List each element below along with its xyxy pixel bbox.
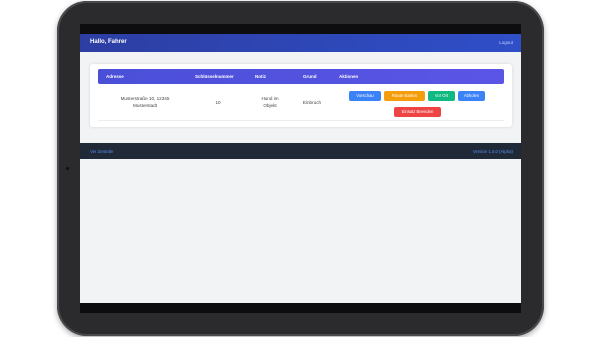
assignments-card: Adresse Schlüsselnummer Notiz Grund Akti… [90, 64, 512, 127]
column-reason: Grund [303, 74, 317, 79]
note-cell: Hund im Objekt [250, 95, 290, 109]
column-actions: Aktionen [339, 74, 359, 79]
start-route-button[interactable]: Route starten [384, 91, 425, 101]
note-line1: Hund im [261, 96, 279, 101]
logout-link[interactable]: Logout [499, 40, 513, 45]
address-cell: Musterstraße 10, 12345 Musterstadt [110, 95, 180, 109]
pickup-button[interactable]: Abholen [458, 91, 485, 101]
reason-cell: Einbruch [302, 100, 322, 105]
finish-mission-button[interactable]: Einsatz Beenden [394, 107, 441, 117]
note-line2: Objekt [263, 103, 277, 108]
app-viewport: Hallo, Fahrer Logout Adresse Schlüsselnu… [80, 34, 521, 303]
greeting-title: Hallo, Fahrer [90, 39, 127, 45]
tablet-screen: Hallo, Fahrer Logout Adresse Schlüsselnu… [80, 24, 521, 313]
address-line1: Musterstraße 10, 12345 [120, 96, 170, 101]
version-label: Version 1.0.0 (Alpha) [472, 149, 513, 154]
app-header: Hallo, Fahrer Logout [80, 34, 521, 52]
row-divider [98, 120, 504, 121]
front-camera [66, 167, 69, 170]
address-line2: Musterstadt [133, 103, 157, 108]
table-header: Adresse Schlüsselnummer Notiz Grund Akti… [98, 69, 504, 84]
column-note: Notiz [255, 74, 266, 79]
column-address: Adresse [106, 74, 124, 79]
column-key-number: Schlüsselnummer [195, 74, 234, 79]
key-number-cell: 10 [215, 100, 221, 105]
on-site-button[interactable]: Vor Ort [428, 91, 455, 101]
footer-link-left[interactable]: Ver Zentrale [90, 149, 113, 154]
preview-button[interactable]: Vorschau [349, 91, 381, 101]
app-footer: Ver Zentrale Version 1.0.0 (Alpha) [80, 143, 521, 159]
